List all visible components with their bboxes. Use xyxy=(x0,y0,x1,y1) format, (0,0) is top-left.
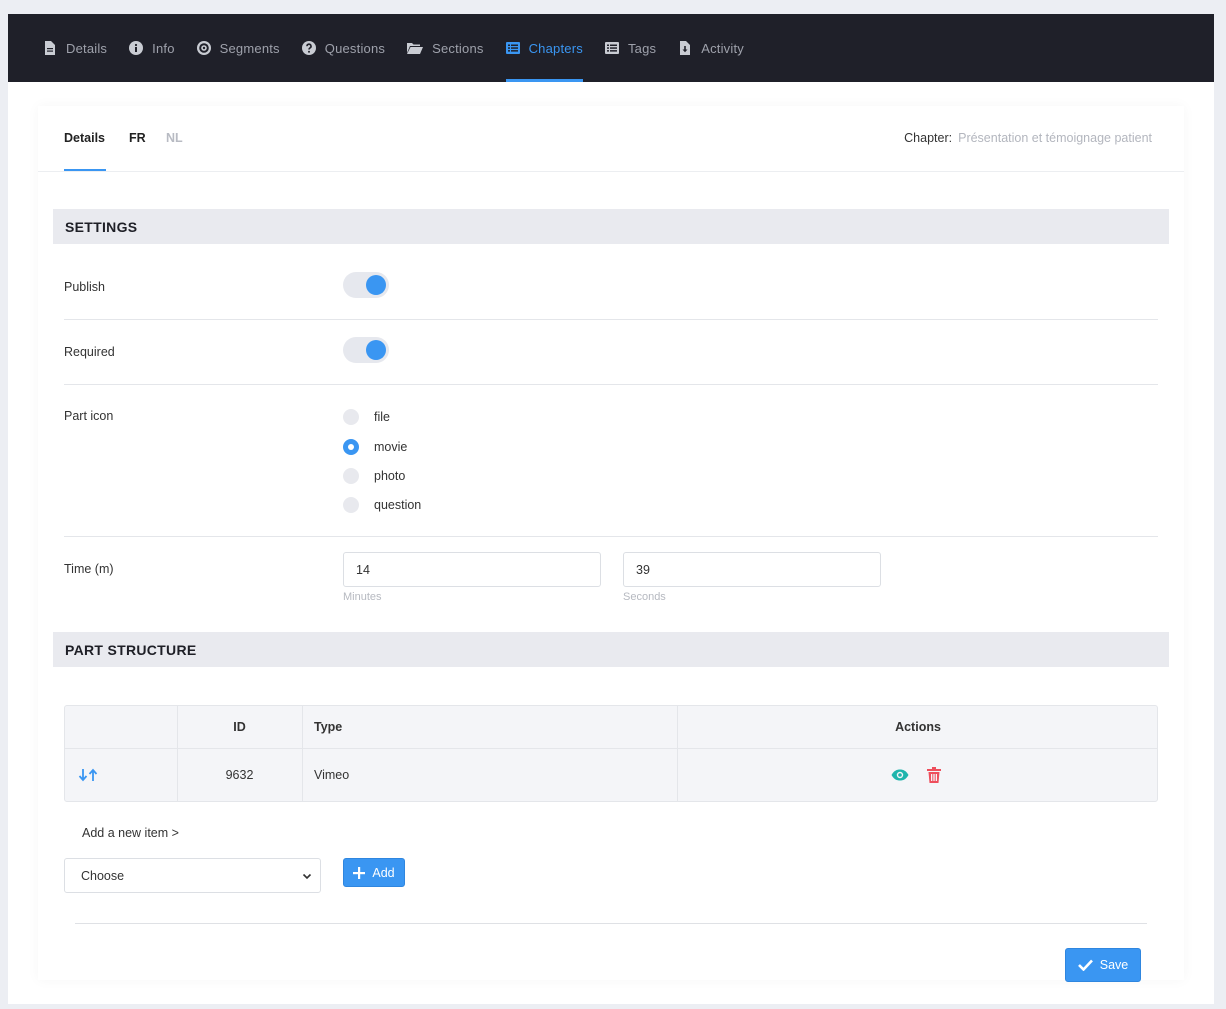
select-value: Choose xyxy=(81,868,125,883)
chapter-value: Présentation et témoignage patient xyxy=(958,131,1152,145)
publish-label: Publish xyxy=(64,280,105,294)
settings-header: SETTINGS xyxy=(53,209,1169,244)
subtab-fr[interactable]: FR xyxy=(129,131,146,145)
chevron-down-icon xyxy=(302,873,312,880)
add-button[interactable]: Add xyxy=(343,858,405,887)
tab-segments-label: Segments xyxy=(219,40,280,56)
info-icon xyxy=(129,41,144,55)
toggle-knob xyxy=(366,340,386,360)
tab-sections[interactable]: Sections xyxy=(396,14,494,82)
subtab-details[interactable]: Details xyxy=(64,131,105,145)
tab-segments[interactable]: Segments xyxy=(186,14,291,82)
time-label: Time (m) xyxy=(64,562,114,576)
radio-movie[interactable]: movie xyxy=(343,439,407,455)
app-frame: Details Info Segments Questions Sections… xyxy=(8,14,1214,1004)
save-button-label: Save xyxy=(1099,958,1129,972)
seconds-hint: Seconds xyxy=(623,591,666,603)
radio-question[interactable]: question xyxy=(343,497,421,513)
row-type: Vimeo xyxy=(314,768,350,782)
footer-divider xyxy=(75,923,1147,924)
radio-photo-label: photo xyxy=(374,469,406,483)
radio-question-label: question xyxy=(374,498,422,512)
divider xyxy=(64,319,1158,320)
subtab-nl[interactable]: NL xyxy=(166,131,183,145)
part-icon-label: Part icon xyxy=(64,409,114,423)
minutes-hint: Minutes xyxy=(343,591,382,603)
sort-arrows-icon xyxy=(78,768,98,782)
part-structure-table: ID Type Actions 9632 Vimeo xyxy=(64,705,1158,802)
file-icon xyxy=(45,41,55,55)
tab-activity-label: Activity xyxy=(701,40,744,56)
divider xyxy=(64,536,1158,537)
top-navigation: Details Info Segments Questions Sections… xyxy=(8,14,1214,82)
tab-chapters-label: Chapters xyxy=(528,40,583,56)
add-new-item-link[interactable]: Add a new item > xyxy=(82,826,179,840)
add-button-label: Add xyxy=(372,865,395,880)
tab-tags-label: Tags xyxy=(627,40,657,56)
save-button[interactable]: Save xyxy=(1065,948,1141,982)
minutes-input[interactable]: 14 xyxy=(343,552,601,587)
sort-handle[interactable] xyxy=(78,749,100,801)
folder-open-icon xyxy=(407,43,424,54)
tab-details[interactable]: Details xyxy=(32,14,118,82)
toggle-knob xyxy=(366,275,386,295)
tab-sections-label: Sections xyxy=(432,40,484,56)
publish-toggle[interactable] xyxy=(343,272,389,298)
trash-icon xyxy=(927,767,941,783)
list-alt-icon xyxy=(505,42,520,54)
column-divider xyxy=(302,706,303,801)
column-header-actions: Actions xyxy=(895,720,941,734)
divider xyxy=(64,384,1158,385)
plus-icon xyxy=(353,866,366,879)
question-icon xyxy=(301,41,316,55)
eye-icon xyxy=(891,769,909,781)
chapter-label: Chapter: xyxy=(904,131,953,145)
chapter-card: Details FR NL Chapter: Présentation et té… xyxy=(38,106,1184,982)
radio-dot xyxy=(343,468,359,484)
tab-tags[interactable]: Tags xyxy=(594,14,667,82)
radio-dot xyxy=(343,497,359,513)
tab-activity[interactable]: Activity xyxy=(667,14,755,82)
radio-photo[interactable]: photo xyxy=(343,468,405,484)
radio-file-label: file xyxy=(374,410,390,424)
radio-dot xyxy=(343,409,359,425)
check-icon xyxy=(1077,959,1093,971)
column-header-type: Type xyxy=(314,720,343,734)
item-type-select[interactable]: Choose xyxy=(64,858,321,893)
tab-info-label: Info xyxy=(152,40,175,56)
radio-file[interactable]: file xyxy=(343,409,390,425)
file-download-icon xyxy=(680,41,691,55)
view-button[interactable] xyxy=(891,749,909,801)
delete-button[interactable] xyxy=(927,749,941,801)
radio-movie-label: movie xyxy=(374,440,408,454)
list-icon xyxy=(604,42,619,54)
required-label: Required xyxy=(64,345,115,359)
part-structure-header: PART STRUCTURE xyxy=(53,632,1169,667)
radio-dot-selected xyxy=(343,439,359,455)
seconds-input[interactable]: 39 xyxy=(623,552,881,587)
tab-questions-label: Questions xyxy=(324,40,386,56)
chapter-name: Chapter: Présentation et témoignage patie… xyxy=(904,131,1152,145)
tab-chapters[interactable]: Chapters xyxy=(495,14,594,82)
active-subtab-indicator xyxy=(64,169,106,171)
tab-questions[interactable]: Questions xyxy=(291,14,396,82)
required-toggle[interactable] xyxy=(343,337,389,363)
column-header-id: ID xyxy=(233,720,246,734)
row-id: 9632 xyxy=(225,768,254,782)
language-tabs: Details FR NL Chapter: Présentation et té… xyxy=(38,106,1184,172)
target-icon xyxy=(196,41,211,55)
tab-info[interactable]: Info xyxy=(118,14,185,82)
tab-details-label: Details xyxy=(66,40,108,56)
